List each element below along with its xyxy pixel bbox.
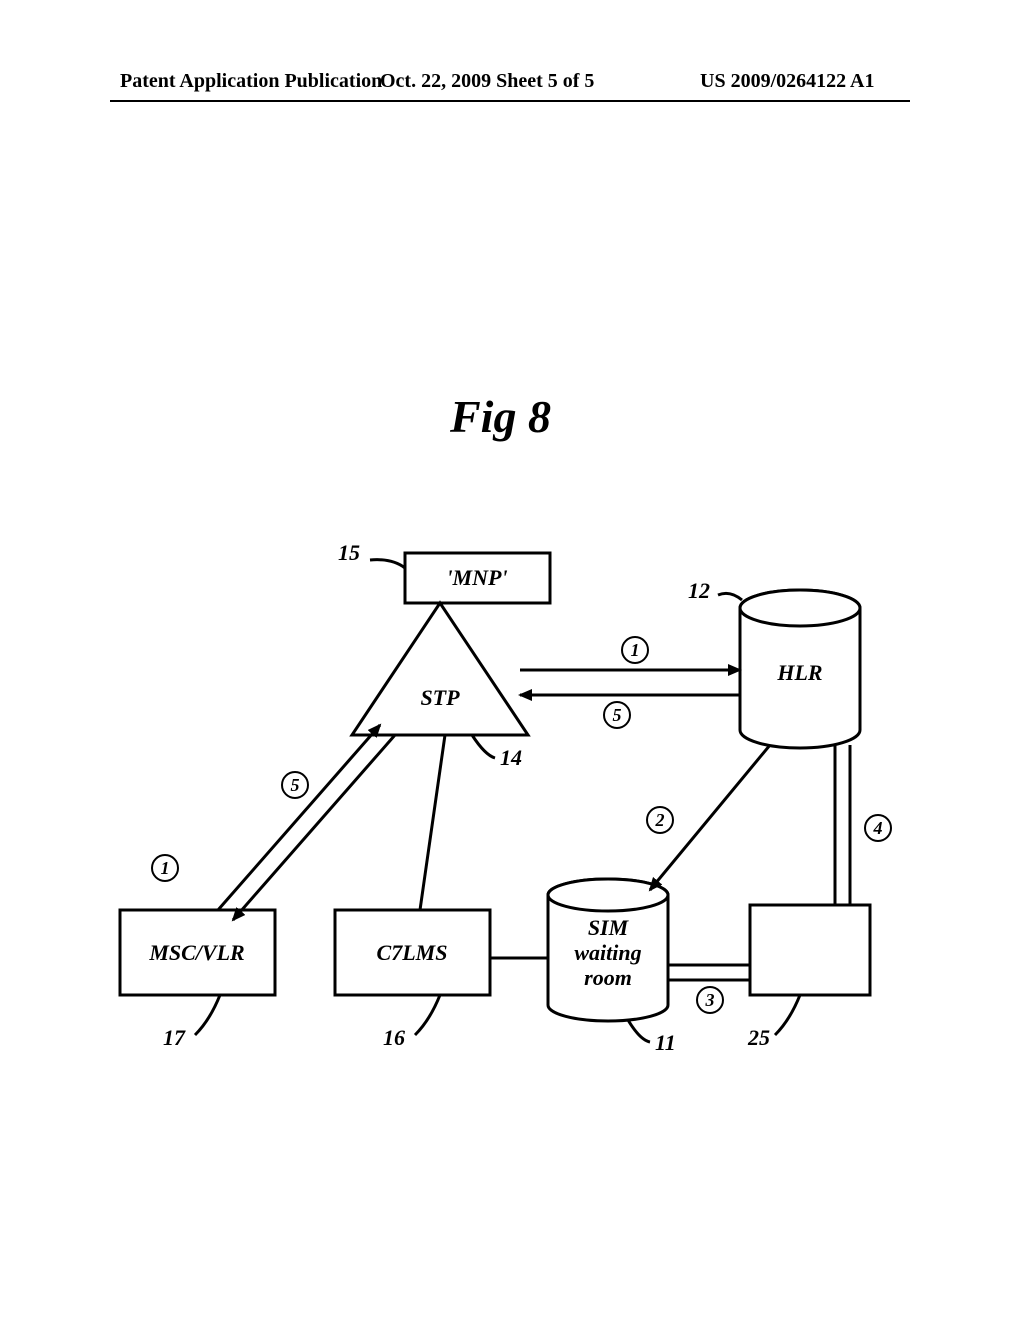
step-3: 3 [697, 987, 723, 1013]
page: Patent Application Publication Oct. 22, … [0, 0, 1024, 1320]
edge-msc-stp-1 [218, 725, 380, 910]
edge-stp-msc-5 [233, 735, 395, 920]
svg-text:1: 1 [161, 858, 170, 878]
node-c7lms-label: C7LMS [377, 940, 448, 965]
svg-text:3: 3 [705, 990, 715, 1010]
step-2: 2 [647, 807, 673, 833]
node-hlr: HLR 12 [688, 578, 860, 748]
node-msc-label: MSC/VLR [148, 940, 244, 965]
svg-text:2: 2 [655, 810, 665, 830]
node-sim: SIM waiting room 11 [548, 879, 676, 1055]
step-5b: 5 [282, 772, 308, 798]
node-msc: MSC/VLR 17 [120, 910, 275, 1050]
ref-16: 16 [383, 1025, 405, 1050]
step-1b: 1 [152, 855, 178, 881]
node-mnp-label: 'MNP' [446, 565, 507, 590]
node-stp: STP 14 [352, 603, 528, 770]
node-c7lms: C7LMS 16 [335, 910, 490, 1050]
diagram-svg: 'MNP' 15 STP 14 HLR 12 SI [0, 0, 1024, 1320]
svg-text:5: 5 [613, 705, 622, 725]
node-sim-label2: waiting [574, 940, 641, 965]
ref-11: 11 [655, 1030, 676, 1055]
ref-17: 17 [163, 1025, 186, 1050]
edge-stp-c7lms [420, 735, 445, 910]
node-hlr-label: HLR [776, 660, 822, 685]
node-sim-label1: SIM [588, 915, 630, 940]
ref-14: 14 [500, 745, 522, 770]
step-4: 4 [865, 815, 891, 841]
node-stp-label: STP [420, 685, 460, 710]
ref-15: 15 [338, 540, 360, 565]
svg-text:5: 5 [291, 775, 300, 795]
svg-text:1: 1 [631, 640, 640, 660]
node-mnp: 'MNP' 15 [338, 540, 550, 603]
node-box25: 25 [747, 905, 870, 1050]
svg-text:4: 4 [873, 818, 883, 838]
node-sim-label3: room [584, 965, 632, 990]
step-5a: 5 [604, 702, 630, 728]
step-1a: 1 [622, 637, 648, 663]
ref-25: 25 [747, 1025, 770, 1050]
ref-12: 12 [688, 578, 710, 603]
